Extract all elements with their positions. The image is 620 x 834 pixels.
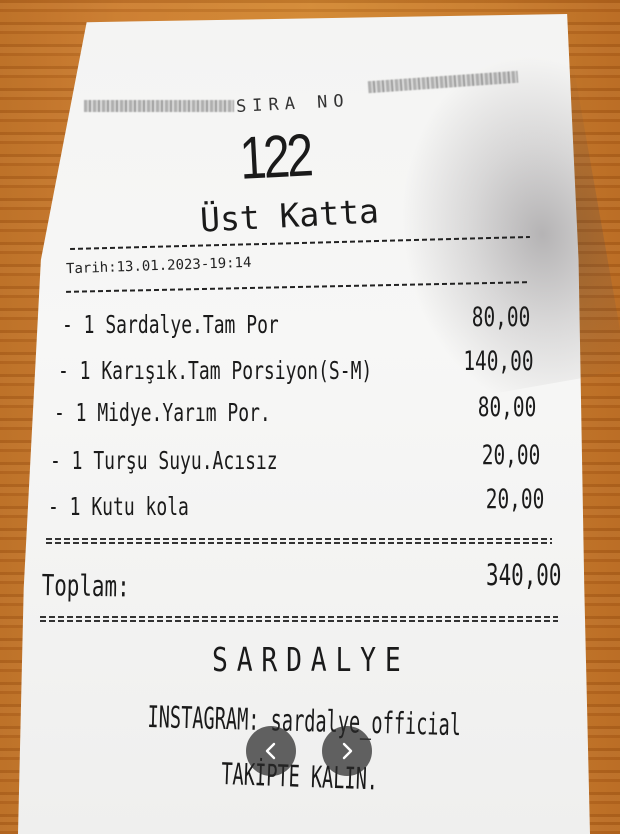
item-price: 80,00 [471,302,530,333]
item-price: 140,00 [463,346,534,377]
chevron-left-icon [265,742,276,760]
total-value: 340,00 [486,558,562,592]
item-line: - 1 Sardalye.Tam Por [62,310,279,339]
previous-image-button[interactable] [246,726,296,776]
total-label: Toplam: [41,568,130,604]
item-line: - 1 Turşu Suyu.Acısız [50,446,278,475]
item-price: 80,00 [477,392,536,423]
printed-header-strip-left [84,100,234,112]
item-price: 20,00 [485,484,544,515]
restaurant-name: SARDALYE [212,640,410,679]
item-line: - 1 Kutu kola [48,492,189,521]
item-line: - 1 Karışık.Tam Porsiyon(S-M) [58,356,373,385]
double-divider [40,616,558,622]
next-image-button[interactable] [322,726,372,776]
chevron-right-icon [342,742,353,760]
double-divider [46,538,552,544]
item-price: 20,00 [481,440,540,471]
item-line: - 1 Midye.Yarım Por. [54,398,271,427]
queue-number: 122 [238,121,312,192]
